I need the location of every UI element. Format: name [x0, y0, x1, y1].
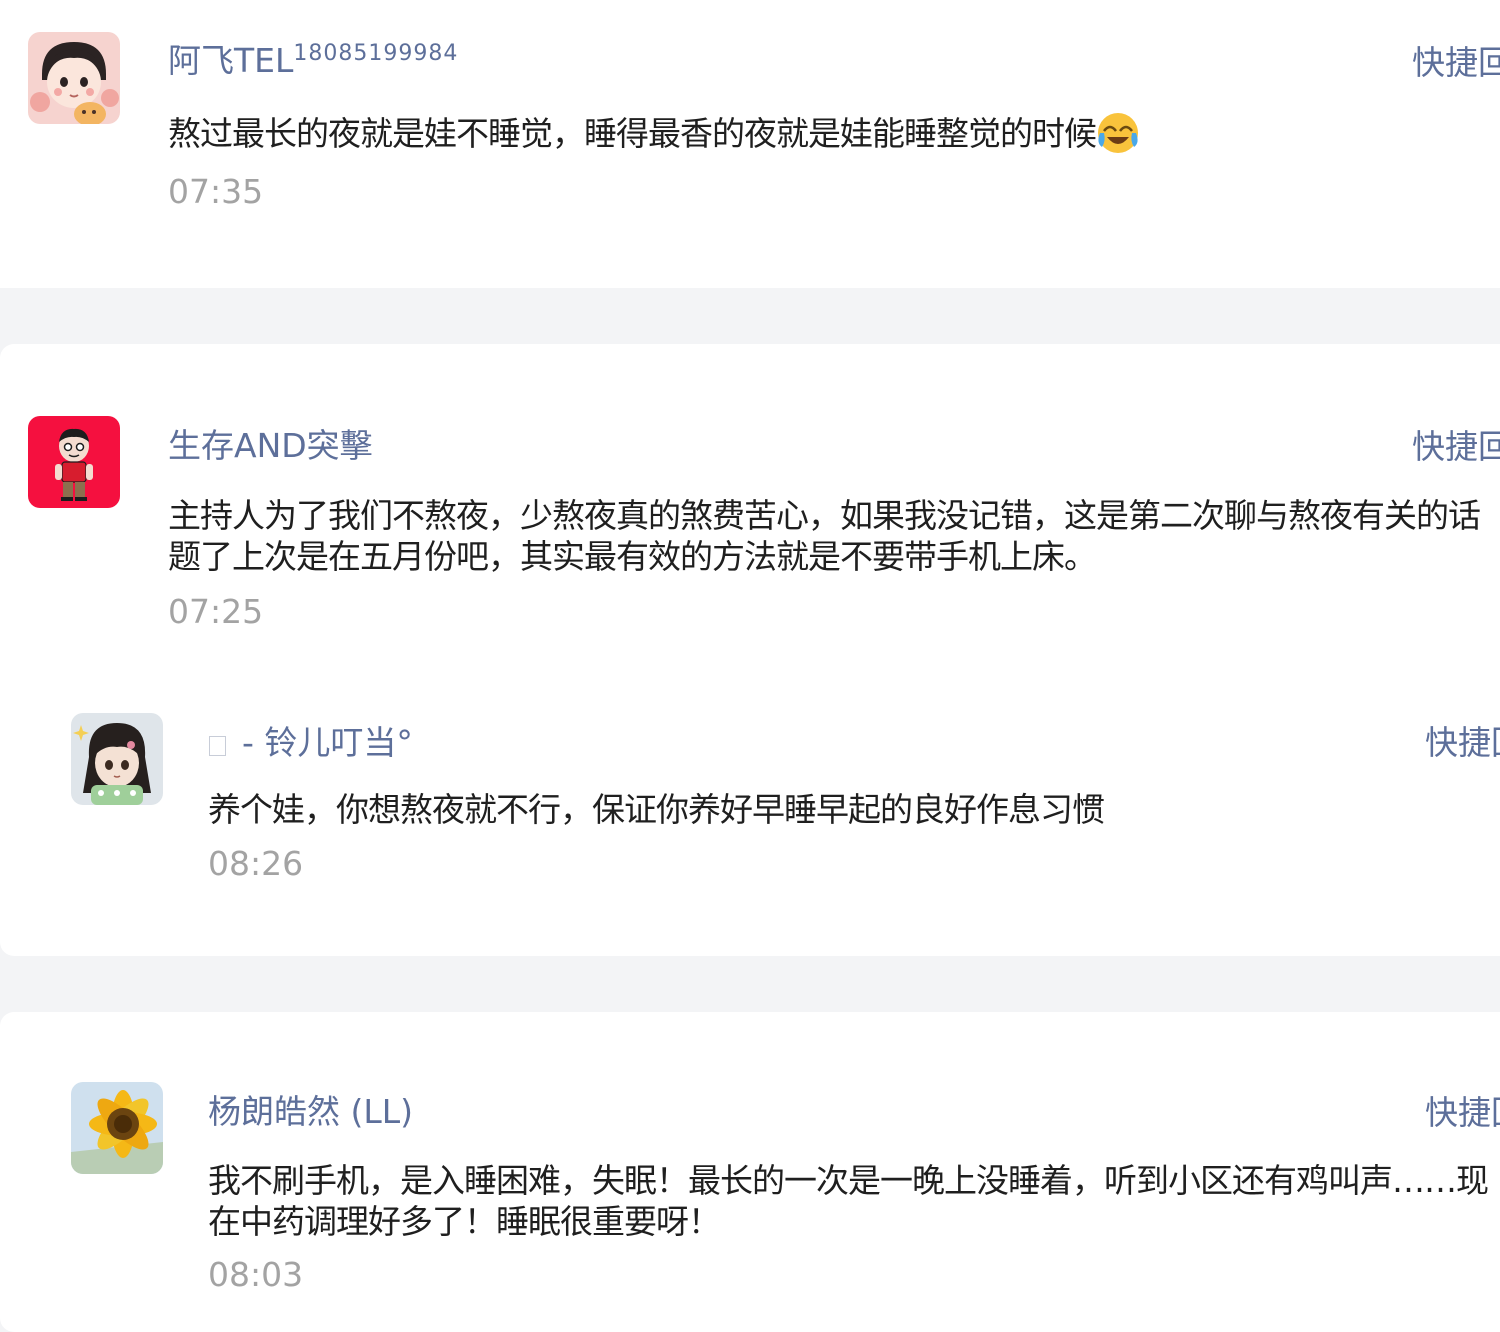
comment-text: 熬过最长的夜就是娃不睡觉，睡得最香的夜就是娃能睡整觉的时候: [168, 114, 1097, 153]
avatar[interactable]: [28, 416, 120, 508]
comment-content: 主持人为了我们不熬夜，少熬夜真的煞费苦心，如果我没记错，这是第二次聊与熬夜有关的…: [168, 496, 1481, 576]
comment-content: 养个娃，你想熬夜就不行，保证你养好早睡早起的良好作息习惯: [208, 790, 1105, 829]
comment-content: 熬过最长的夜就是娃不睡觉，睡得最香的夜就是娃能睡整觉的时候: [168, 111, 1488, 155]
comment-time: 07:35: [168, 172, 264, 211]
username[interactable]: 生存AND突擊: [168, 419, 373, 467]
username-phone: 18085199984: [293, 41, 459, 66]
comment: 杨朗皓然 (LL) 快捷回 我不刷手机，是入睡困难，失眠！最长的一次是一晚上没睡…: [0, 1012, 1500, 1314]
comment-time: 08:03: [208, 1255, 304, 1294]
avatar[interactable]: [71, 713, 163, 805]
quick-reply-button[interactable]: 快捷回: [1425, 716, 1500, 764]
quick-reply-button[interactable]: 快捷回: [1412, 36, 1500, 84]
comment: 阿飞TEL18085199984 快捷回 熬过最长的夜就是娃不睡觉，睡得最香的夜…: [0, 0, 1500, 288]
comment: 生存AND突擊 快捷回 主持人为了我们不熬夜，少熬夜真的煞费苦心，如果我没记错，…: [0, 344, 1500, 644]
avatar[interactable]: [71, 1082, 163, 1174]
comment-card: 生存AND突擊 快捷回 主持人为了我们不熬夜，少熬夜真的煞费苦心，如果我没记错，…: [0, 344, 1500, 956]
username-text: - 铃儿叮当°: [242, 723, 413, 762]
comment-card: 杨朗皓然 (LL) 快捷回 我不刷手机，是入睡困难，失眠！最长的一次是一晚上没睡…: [0, 1012, 1500, 1332]
username[interactable]: 阿飞TEL18085199984: [168, 34, 458, 82]
quick-reply-button[interactable]: 快捷回: [1412, 420, 1500, 468]
username[interactable]: 杨朗皓然 (LL): [208, 1085, 413, 1133]
quick-reply-button[interactable]: 快捷回: [1425, 1086, 1500, 1134]
username[interactable]: - 铃儿叮当°: [209, 716, 413, 764]
comment-card: 阿飞TEL18085199984 快捷回 熬过最长的夜就是娃不睡觉，睡得最香的夜…: [0, 0, 1500, 288]
comment-time: 08:26: [208, 844, 304, 883]
username-text: 阿飞TEL: [168, 41, 294, 80]
avatar[interactable]: [28, 32, 120, 124]
crying-laughing-emoji-icon: [1096, 111, 1140, 155]
comment-content: 我不刷手机，是入睡困难，失眠！最长的一次是一晚上没睡着，听到小区还有鸡叫声……现…: [208, 1161, 1489, 1241]
reply-comment: - 铃儿叮当° 快捷回 养个娃，你想熬夜就不行，保证你养好早睡早起的良好作息习惯…: [0, 704, 1500, 924]
comment-time: 07:25: [168, 592, 264, 631]
select-checkbox[interactable]: [209, 736, 226, 756]
